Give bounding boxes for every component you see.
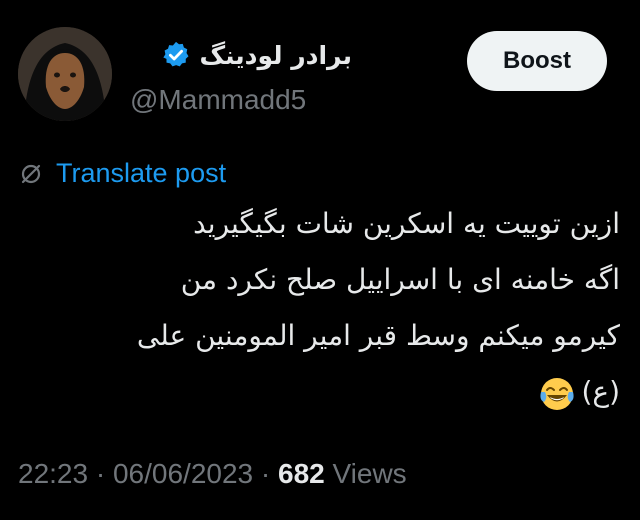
translate-slash-icon xyxy=(18,161,44,187)
post-text-line-last: (ع) xyxy=(20,364,620,420)
meta-separator: · xyxy=(253,458,278,489)
post-text: ازین توییت یه اسکرین شات بگیگیرید اگه خا… xyxy=(20,196,620,420)
face-with-tears-of-joy-icon xyxy=(539,375,575,411)
post-text-line: اگه خامنه ای با اسراییل صلح نکرد من xyxy=(180,263,620,296)
post-text-fragment: (ع) xyxy=(581,375,620,408)
translate-post-label[interactable]: Translate post xyxy=(56,158,226,189)
views-count[interactable]: 682 xyxy=(278,458,325,489)
author-handle[interactable]: @Mammadd5 xyxy=(130,84,306,116)
avatar[interactable] xyxy=(18,27,112,121)
boost-button[interactable]: Boost xyxy=(467,31,607,91)
author-display-name[interactable]: برادر لودینگ xyxy=(199,41,352,70)
post-meta: 22:23 · 06/06/2023 · 682 Views xyxy=(18,458,407,490)
meta-separator: · xyxy=(88,458,113,489)
post-time[interactable]: 22:23 xyxy=(18,458,88,489)
post-date[interactable]: 06/06/2023 xyxy=(113,458,253,489)
post-text-line: کیرمو میکنم وسط قبر امیر المومنین علی xyxy=(136,319,620,352)
author-name-row[interactable]: برادر لودینگ xyxy=(161,40,352,70)
views-label[interactable]: Views xyxy=(333,458,407,489)
verified-badge-icon xyxy=(161,40,191,70)
post-text-line: ازین توییت یه اسکرین شات بگیگیرید xyxy=(193,207,620,240)
avatar-image xyxy=(18,27,112,121)
translate-post-link[interactable]: Translate post xyxy=(18,158,226,189)
